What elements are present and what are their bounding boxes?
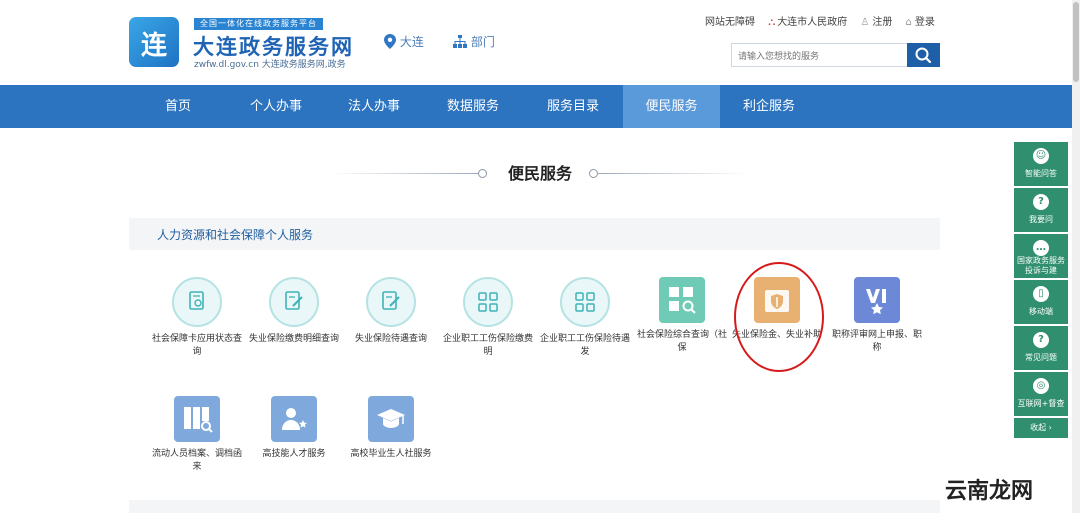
grid-icon (463, 277, 513, 327)
document-edit-icon (269, 277, 319, 327)
service-label: 社会保障卡应用状态查询 (151, 334, 242, 357)
header: 连 全国一体化在线政务服务平台 大连政务服务网 zwfw.dl.gov.cn 大… (0, 0, 1080, 85)
complaint-button[interactable]: … 国家政务服务投诉与建 (1014, 234, 1068, 278)
service-item[interactable]: 失业保险缴费明细查询 (246, 277, 342, 346)
logo-tagline: 全国一体化在线政务服务平台 (194, 18, 323, 30)
user-icon: ♙ (860, 17, 870, 28)
scrollbar[interactable] (1072, 0, 1080, 513)
service-label: 高技能人才服务 (262, 449, 326, 459)
nav-convenience[interactable]: 便民服务 (623, 85, 720, 128)
search-button[interactable] (907, 43, 940, 67)
faq-button[interactable]: ? 常见问题 (1014, 326, 1068, 370)
nav-service-catalog[interactable]: 服务目录 (523, 85, 623, 128)
location-pin-icon (384, 34, 396, 49)
service-item[interactable]: 失业保险待遇查询 (343, 277, 439, 346)
top-links: 网站无障碍 ⛬ 大连市人民政府 ♙ 注册 ⌂ 登录 (705, 13, 945, 28)
grid-icon (560, 277, 610, 327)
highlight-circle (734, 262, 824, 372)
scrollbar-thumb[interactable] (1073, 2, 1079, 82)
collapse-button[interactable]: 收起 › (1014, 418, 1068, 438)
document-search-icon (172, 277, 222, 327)
service-item[interactable]: 高校毕业生人社服务 (343, 396, 439, 461)
watermark: 云南龙网 (945, 479, 1034, 504)
service-label: 失业保险待遇查询 (354, 334, 427, 344)
nav-business[interactable]: 利企服务 (720, 85, 818, 128)
smart-qa-button[interactable]: ☺ 智能问答 (1014, 142, 1068, 186)
org-chart-icon (453, 35, 467, 48)
category-header[interactable]: 人力资源和社会保障个人服务 (129, 218, 940, 250)
question-icon: ? (1033, 194, 1049, 210)
person-star-icon (271, 396, 317, 442)
emblem-icon: ⛬ (768, 17, 776, 28)
department-selector[interactable]: 部门 (453, 33, 495, 50)
section-title: 便民服务 (507, 164, 572, 183)
accessibility-link[interactable]: 网站无障碍 (705, 17, 755, 28)
service-item[interactable]: 职称评审网上申报、职称 (829, 277, 925, 355)
service-label: 职称评审网上申报、职称 (831, 330, 922, 353)
service-label: 社会保险综合查询（社保 (636, 330, 727, 353)
category-title: 人力资源和社会保障个人服务 (157, 228, 314, 242)
gov-link[interactable]: ⛬ 大连市人民政府 (768, 17, 847, 28)
robot-icon: ☺ (1033, 148, 1049, 164)
service-item[interactable]: 社会保险综合查询（社保 (634, 277, 730, 355)
service-label: 高校毕业生人社服务 (350, 449, 432, 459)
chat-icon: … (1033, 240, 1049, 256)
service-item[interactable]: 流动人员档案、调档函来 (149, 396, 245, 474)
service-label: 企业职工工伤保险缴费明 (442, 334, 533, 357)
login-link[interactable]: ⌂ 登录 (906, 17, 935, 28)
search-icon (915, 47, 932, 64)
grid-search-icon (659, 277, 705, 323)
service-item[interactable]: 高技能人才服务 (246, 396, 342, 461)
nav-home[interactable]: 首页 (129, 85, 227, 128)
site-logo-icon[interactable]: 连 (129, 17, 179, 67)
mobile-button[interactable]: ▯ 移动端 (1014, 280, 1068, 324)
help-icon: ? (1033, 332, 1049, 348)
service-label: 失业保险缴费明细查询 (248, 334, 339, 344)
search-box (731, 43, 912, 67)
badge-icon (854, 277, 900, 323)
search-input[interactable] (732, 47, 912, 67)
chevron-right-icon: › (1048, 423, 1052, 432)
nav-corporate[interactable]: 法人办事 (325, 85, 423, 128)
logo-domain: zwfw.dl.gov.cn 大连政务服务网,政务 (194, 60, 346, 70)
register-link[interactable]: ♙ 注册 (860, 17, 892, 28)
document-edit-icon (366, 277, 416, 327)
service-label: 企业职工工伤保险待遇发 (539, 334, 630, 357)
nav-data-services[interactable]: 数据服务 (423, 85, 523, 128)
department-label: 部门 (470, 35, 495, 49)
location-selector[interactable]: 大连 (384, 33, 424, 50)
main-nav: 首页 个人办事 法人办事 数据服务 服务目录 便民服务 利企服务 (0, 85, 1080, 128)
service-label: 流动人员档案、调档函来 (151, 449, 242, 472)
title-divider-right (597, 173, 747, 174)
ask-button[interactable]: ? 我要问 (1014, 188, 1068, 232)
lock-icon: ⌂ (905, 17, 912, 28)
service-item[interactable]: 企业职工工伤保险待遇发 (537, 277, 633, 359)
graduation-cap-icon (368, 396, 414, 442)
supervision-button[interactable]: ◎ 互联网+督查 (1014, 372, 1068, 416)
next-category-header[interactable] (129, 500, 940, 513)
nav-personal[interactable]: 个人办事 (227, 85, 325, 128)
service-item[interactable]: 社会保障卡应用状态查询 (149, 277, 245, 359)
mobile-icon: ▯ (1033, 286, 1049, 302)
floating-sidebar: ☺ 智能问答 ? 我要问 … 国家政务服务投诉与建 ▯ 移动端 ? 常见问题 ◎ 互联网+督… (1014, 142, 1068, 438)
archive-icon (174, 396, 220, 442)
location-label: 大连 (399, 35, 424, 49)
globe-icon: ◎ (1033, 378, 1049, 394)
service-item[interactable]: 企业职工工伤保险缴费明 (440, 277, 536, 359)
